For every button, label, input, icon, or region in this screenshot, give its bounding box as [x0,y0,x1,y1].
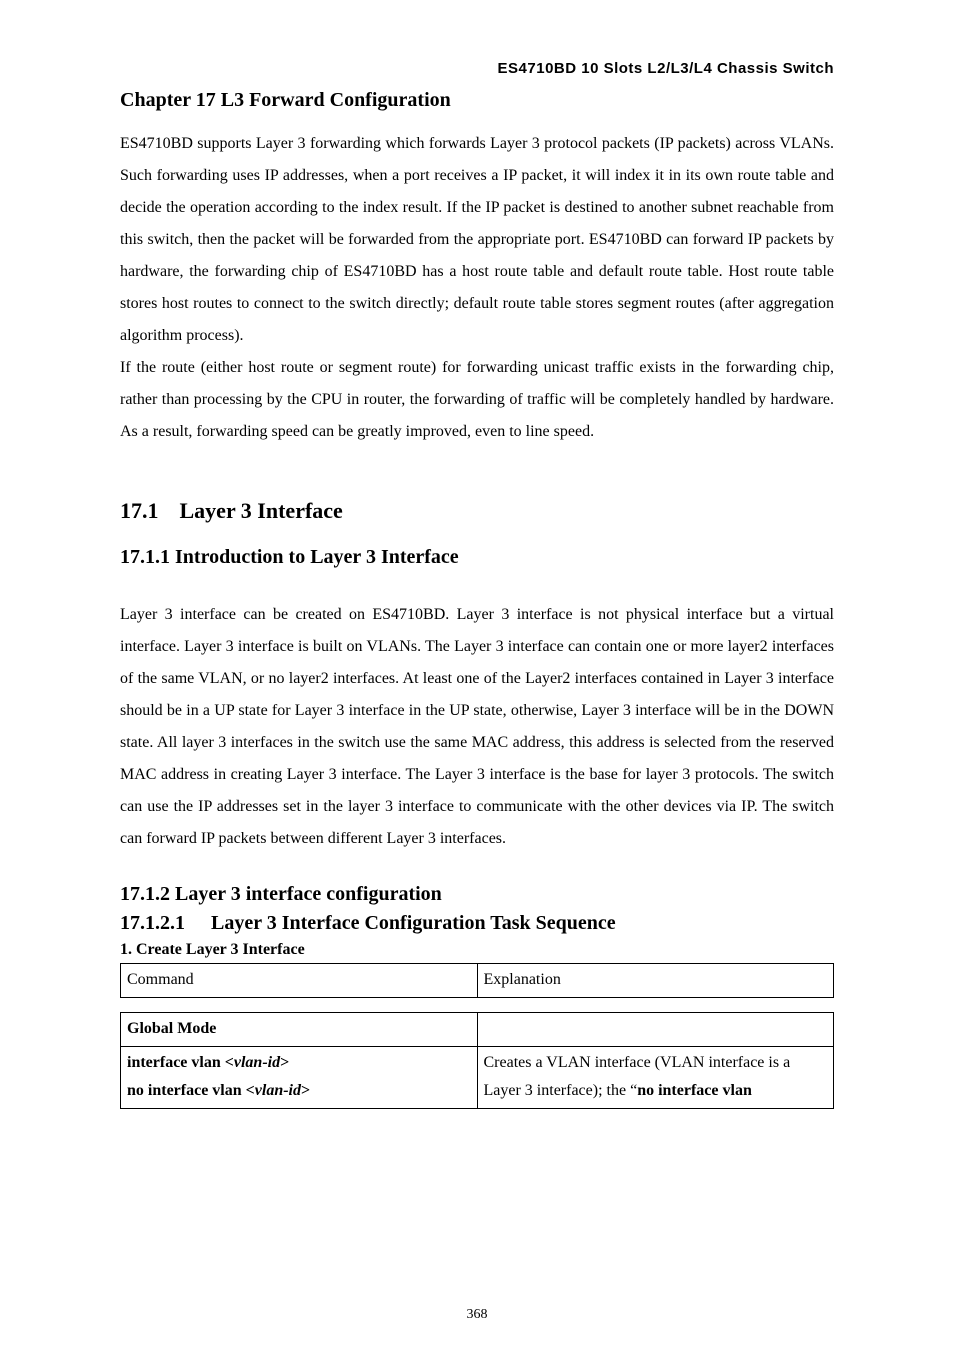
section-title: Layer 3 Interface [180,498,343,523]
section-17-1-1-paragraph: Layer 3 interface can be created on ES47… [120,599,834,855]
subsub-number: 17.1.2.1 [120,912,206,935]
page-number: 368 [0,1307,954,1323]
step-1-title: 1. Create Layer 3 Interface [120,941,834,959]
cmd-interface-vlan-prefix: interface vlan < [127,1054,234,1071]
chapter-title: Chapter 17 L3 Forward Configuration [120,89,834,112]
global-mode-right-cell [477,1012,834,1046]
global-mode-label: Global Mode [127,1020,216,1037]
section-17-1-2-heading: 17.1.2 Layer 3 interface configuration [120,883,834,906]
subsub-title: Layer 3 Interface Configuration Task Seq… [211,912,616,934]
section-17-1-heading: 17.1 Layer 3 Interface [120,498,834,524]
table-row: Command Explanation [121,964,834,998]
interface-vlan-commands-cell: interface vlan <vlan-id> no interface vl… [121,1046,478,1109]
cmd-interface-vlan-arg: vlan-id [234,1054,280,1071]
section-number: 17.1 [120,498,174,524]
intro-paragraph-1: ES4710BD supports Layer 3 forwarding whi… [120,128,834,352]
intro-paragraph-2: If the route (either host route or segme… [120,352,834,448]
interface-vlan-explanation-cell: Creates a VLAN interface (VLAN interface… [477,1046,834,1109]
command-header-cell: Command [121,964,478,998]
page-header: ES4710BD 10 Slots L2/L3/L4 Chassis Switc… [120,60,834,77]
section-17-1-1-heading: 17.1.1 Introduction to Layer 3 Interface [120,546,834,569]
cmd-no-interface-vlan-arg: vlan-id [255,1082,301,1099]
global-mode-cell: Global Mode [121,1012,478,1046]
command-header-table: Command Explanation [120,963,834,998]
command-detail-table: Global Mode interface vlan <vlan-id> no … [120,1012,834,1109]
table-row: Global Mode [121,1012,834,1046]
cmd-interface-vlan-suffix: > [280,1054,289,1071]
explanation-header-cell: Explanation [477,964,834,998]
explanation-bold: no interface vlan [637,1082,752,1099]
section-17-1-2-1-heading: 17.1.2.1 Layer 3 Interface Configuration… [120,912,834,935]
cmd-no-interface-vlan-suffix: > [301,1082,310,1099]
table-row: interface vlan <vlan-id> no interface vl… [121,1046,834,1109]
cmd-no-interface-vlan-prefix: no interface vlan < [127,1082,255,1099]
